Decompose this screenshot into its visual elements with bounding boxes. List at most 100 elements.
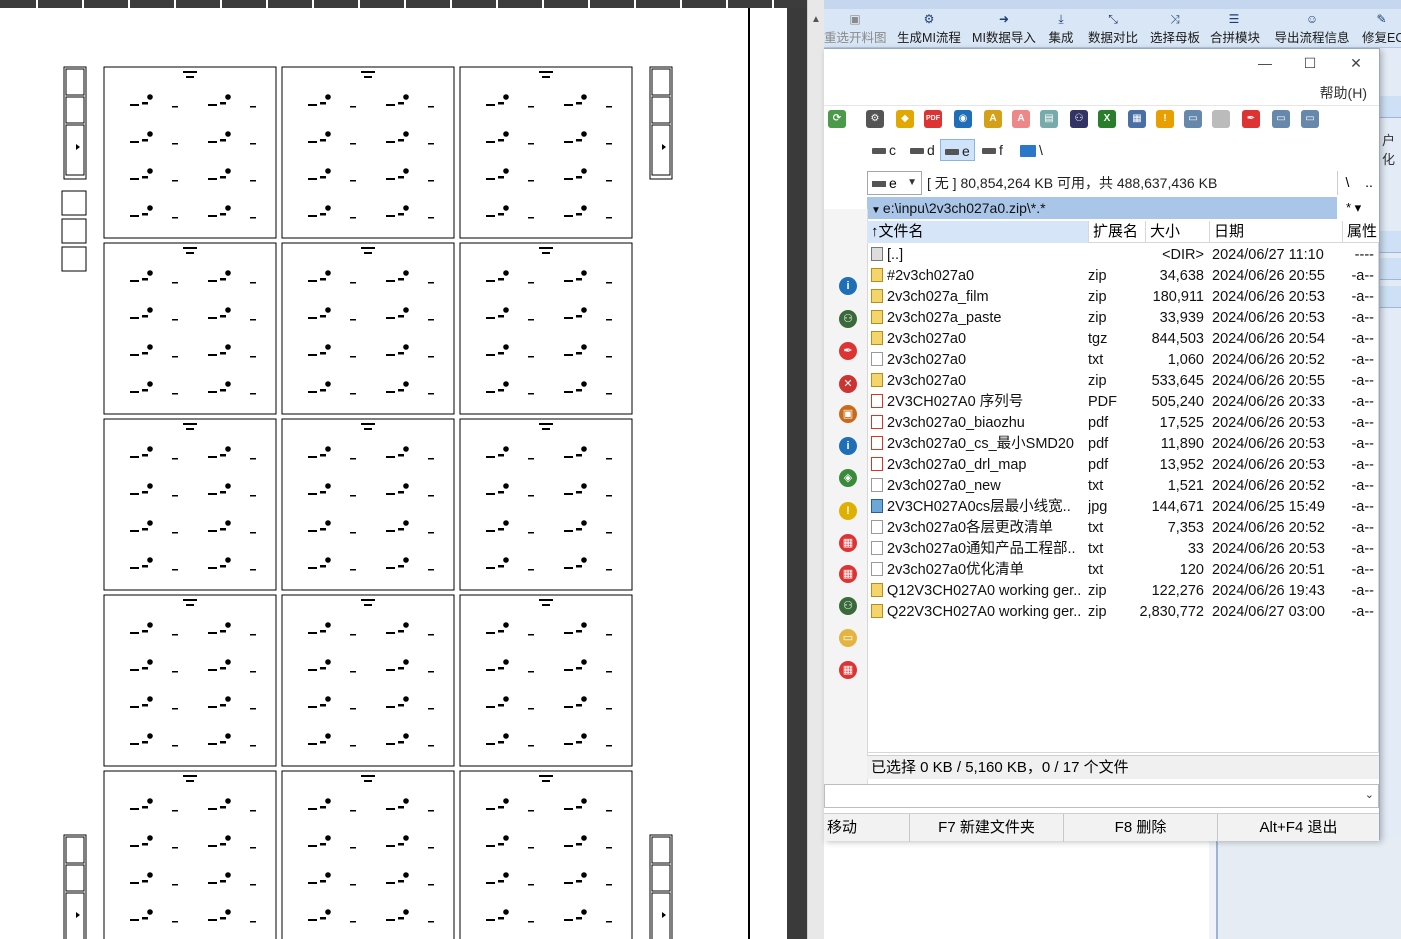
root-dir-button[interactable]: \	[1337, 171, 1357, 195]
menu-help[interactable]: 帮助(H)	[1320, 83, 1367, 103]
host-pane-row[interactable]	[1380, 231, 1401, 253]
column-date-header[interactable]: 日期	[1210, 221, 1343, 243]
toolbar-button[interactable]: ⤡ 数据对比	[1086, 10, 1140, 48]
fkey-button[interactable]: F7 新建文件夹	[910, 814, 1064, 842]
shield-icon[interactable]: !	[1156, 110, 1174, 128]
tree-icon[interactable]: ⚇	[1070, 110, 1088, 128]
acrobat-icon[interactable]: ✒	[1242, 110, 1260, 128]
file-row[interactable]: 2v3ch027a0 txt 1,060 2024/06/26 20:52 -a--	[867, 350, 1379, 371]
host-pane-row[interactable]	[1380, 286, 1401, 308]
blank-page-icon[interactable]	[1212, 110, 1230, 128]
close-icon[interactable]: ✕	[1346, 55, 1366, 72]
delete-icon[interactable]: ✕	[839, 375, 857, 393]
network-icon[interactable]: ⚙	[866, 110, 884, 128]
parent-dir-button[interactable]: ..	[1359, 171, 1379, 195]
column-attr-header[interactable]: 属性	[1343, 221, 1379, 243]
file-row[interactable]: 2v3ch027a_film zip 180,911 2024/06/26 20:53…	[867, 287, 1379, 308]
pad-mark	[576, 806, 582, 809]
file-row[interactable]: [..] <DIR> 2024/06/27 11:10 ----	[867, 245, 1379, 266]
file-row[interactable]: 2V3CH027A0cs层最小线宽.. jpg 144,671 2024/06/25 …	[867, 497, 1379, 518]
column-ext-header[interactable]: 扩展名	[1089, 221, 1146, 243]
document-icon[interactable]: A	[1012, 110, 1030, 128]
unit-label-mark	[539, 599, 553, 601]
drive-button-c[interactable]: c	[868, 139, 900, 161]
file-size: 144,671	[1151, 499, 1204, 515]
pdf-icon[interactable]: ▦	[839, 661, 857, 679]
file-row[interactable]: Q12V3CH027A0 working ger.. zip 122,276 2024…	[867, 581, 1379, 602]
toolbar-button[interactable]: ⤨ 选择母板	[1148, 10, 1202, 48]
maximize-icon[interactable]: ☐	[1300, 55, 1320, 72]
drive-button-e[interactable]: e	[940, 139, 975, 161]
drive-button-f[interactable]: f	[978, 139, 1007, 161]
host-pane-row[interactable]	[1380, 96, 1401, 118]
file-row[interactable]: 2v3ch027a0_new txt 1,521 2024/06/26 20:52 -a…	[867, 476, 1379, 497]
fkey-button[interactable]: F8 删除	[1064, 814, 1218, 842]
warning-icon[interactable]: !	[839, 502, 857, 520]
shield-icon[interactable]: ◈	[839, 469, 857, 487]
acrobat-icon[interactable]: ✒	[839, 342, 857, 360]
info-icon[interactable]: i	[839, 277, 857, 295]
toolbar-button[interactable]: ⤓ 集成	[1046, 10, 1076, 48]
folder-icon[interactable]: ▭	[839, 629, 857, 647]
font-icon[interactable]: A	[984, 110, 1002, 128]
settings-icon[interactable]: ▦	[1128, 110, 1146, 128]
tree-icon[interactable]: ⚇	[839, 310, 857, 328]
host-pane-row[interactable]	[1380, 258, 1401, 280]
toolbar-button[interactable]: ☰ 合拼模块	[1210, 10, 1260, 48]
file-row[interactable]: 2v3ch027a0 zip 533,645 2024/06/26 20:55 -a--	[867, 371, 1379, 392]
file-row[interactable]: 2v3ch027a0_drl_map pdf 13,952 2024/06/26 20…	[867, 455, 1379, 476]
column-name-header[interactable]: ↑文件名	[867, 221, 1089, 243]
file-row[interactable]: Q22V3CH027A0 working ger.. zip 2,830,772 20…	[867, 602, 1379, 623]
globe-icon[interactable]: ◉	[954, 110, 972, 128]
panel-icon[interactable]: ▭	[1272, 110, 1290, 128]
minimize-icon[interactable]: —	[1255, 55, 1275, 71]
window-titlebar[interactable]: — ☐ ✕	[824, 49, 1379, 79]
file-row[interactable]: 2v3ch027a_paste zip 33,939 2024/06/26 20:53…	[867, 308, 1379, 329]
drive-dropdown[interactable]: e ▼	[867, 171, 922, 195]
pad-mark	[528, 884, 534, 886]
preview-scroll-track[interactable]	[787, 8, 807, 939]
file-row[interactable]: 2v3ch027a0优化清单 txt 120 2024/06/26 20:51 -a--	[867, 560, 1379, 581]
column-size-header[interactable]: 大小	[1146, 221, 1210, 243]
scroll-up-icon[interactable]: ▲	[811, 14, 821, 25]
fkey-button[interactable]: Alt+F4 退出	[1218, 814, 1379, 842]
file-row[interactable]: 2v3ch027a0_cs_最小SMD20 pdf 11,890 2024/06/26…	[867, 434, 1379, 455]
panel-icon[interactable]: ▭	[1301, 110, 1319, 128]
pdf-icon[interactable]: ▦	[839, 534, 857, 552]
pdf-icon[interactable]: PDF	[924, 110, 942, 128]
command-line-input[interactable]: ⌄	[824, 784, 1379, 808]
toolbar-button[interactable]: ☺ 导出流程信息	[1274, 10, 1350, 48]
pdf-icon[interactable]: ▦	[839, 565, 857, 583]
excel-icon[interactable]: X	[1098, 110, 1116, 128]
file-row[interactable]: 2v3ch027a0 tgz 844,503 2024/06/26 20:54 -a--	[867, 329, 1379, 350]
form-icon[interactable]: ▤	[1040, 110, 1058, 128]
drive-button-d[interactable]: d	[906, 139, 939, 161]
tree-icon[interactable]: ⚇	[839, 597, 857, 615]
toolbar-button[interactable]: ▣ 重选开料图	[824, 10, 887, 48]
file-row[interactable]: 2v3ch027a0_biaozhu pdf 17,525 2024/06/26 20…	[867, 413, 1379, 434]
chevron-down-icon[interactable]: ⌄	[1365, 788, 1374, 801]
refresh-icon[interactable]: ⟳	[828, 110, 846, 128]
splitter-scrollbar[interactable]: ▲	[807, 0, 824, 939]
filter-button[interactable]: * ▾	[1342, 197, 1379, 219]
image-icon[interactable]: ▣	[839, 405, 857, 423]
pad-mark	[142, 741, 148, 744]
toolbar-button[interactable]: ➜ MI数据导入	[972, 10, 1036, 48]
pad-mark	[225, 131, 231, 137]
window-icon[interactable]: ▭	[1184, 110, 1202, 128]
pad-mark	[581, 798, 587, 804]
pad-mark	[498, 528, 504, 531]
info-icon[interactable]: i	[839, 437, 857, 455]
fkey-button[interactable]: 移动	[824, 814, 910, 842]
file-name-text: 2v3ch027a0各层更改清单	[887, 520, 1054, 536]
file-row[interactable]: #2v3ch027a0 zip 34,638 2024/06/26 20:55 -a--	[867, 266, 1379, 287]
current-path[interactable]: ▼ e:\inpu\2v3ch027a0.zip\*.*	[867, 197, 1337, 219]
toolbar-button[interactable]: ⚙ 生成MI流程	[896, 10, 962, 48]
file-row[interactable]: 2V3CH027A0 序列号 PDF 505,240 2024/06/26 20:33…	[867, 392, 1379, 413]
history-dropdown-icon[interactable]: ▼	[871, 205, 881, 216]
file-row[interactable]: 2v3ch027a0各层更改清单 txt 7,353 2024/06/26 20:52…	[867, 518, 1379, 539]
toolbar-button[interactable]: ✎ 修复EC	[1362, 10, 1401, 48]
diamond-icon[interactable]: ◆	[896, 110, 914, 128]
drive-button-network[interactable]: \	[1016, 139, 1047, 161]
file-row[interactable]: 2v3ch027a0通知产品工程部.. txt 33 2024/06/26 20:53…	[867, 539, 1379, 560]
